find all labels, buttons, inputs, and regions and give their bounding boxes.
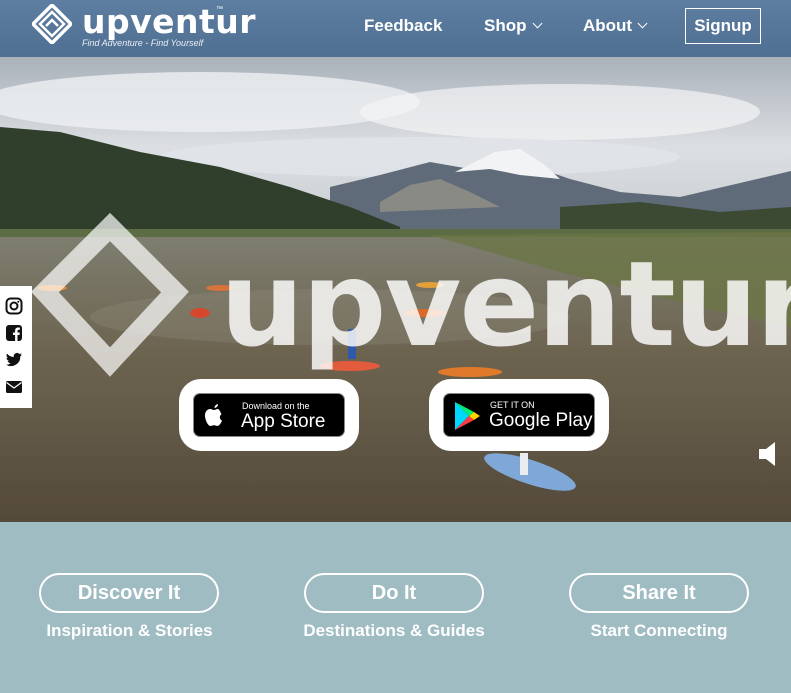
google-play-icon bbox=[455, 402, 480, 430]
app-store-badge: Download on the App Store bbox=[193, 393, 345, 437]
google-play-big-text: Google Play bbox=[489, 410, 593, 431]
instagram-icon[interactable] bbox=[5, 297, 23, 315]
chevron-down-icon bbox=[532, 18, 542, 29]
brand-name: upventur bbox=[82, 2, 257, 41]
hero-watermark-text: upventur bbox=[220, 235, 791, 373]
app-store-big-text: App Store bbox=[241, 411, 326, 432]
signup-button[interactable]: Signup bbox=[685, 8, 761, 44]
do-it-button[interactable]: Do It bbox=[304, 573, 484, 613]
facebook-icon[interactable] bbox=[5, 324, 23, 342]
discover-it-button[interactable]: Discover It bbox=[39, 573, 219, 613]
chevron-down-icon bbox=[637, 18, 648, 29]
share-it-button[interactable]: Share It bbox=[569, 573, 749, 613]
google-play-small-text: GET IT ON bbox=[490, 400, 535, 410]
speaker-icon[interactable] bbox=[758, 440, 780, 468]
nav-about[interactable]: About bbox=[583, 16, 648, 36]
google-play-button[interactable]: GET IT ON Google Play bbox=[429, 379, 609, 451]
brand-logo[interactable]: upventur ™ Find Adventure - Find Yoursel… bbox=[32, 2, 256, 50]
social-sidebar bbox=[0, 286, 32, 408]
twitter-icon[interactable] bbox=[5, 351, 23, 369]
do-subtitle: Destinations & Guides bbox=[303, 621, 485, 640]
nav-feedback-label: Feedback bbox=[364, 16, 443, 35]
site-header: upventur ™ Find Adventure - Find Yoursel… bbox=[0, 0, 791, 57]
nav-about-label: About bbox=[583, 16, 633, 35]
logo-diamond-icon bbox=[32, 4, 72, 44]
share-subtitle: Start Connecting bbox=[590, 621, 728, 640]
app-store-button[interactable]: Download on the App Store bbox=[179, 379, 359, 451]
nav-shop[interactable]: Shop bbox=[484, 16, 542, 36]
discover-subtitle: Inspiration & Stories bbox=[46, 621, 213, 640]
apple-icon bbox=[205, 404, 222, 426]
features-section: Discover It Inspiration & Stories Do It … bbox=[0, 522, 791, 693]
google-play-badge: GET IT ON Google Play bbox=[443, 393, 595, 437]
trademark: ™ bbox=[216, 6, 223, 13]
envelope-icon[interactable] bbox=[5, 378, 23, 396]
brand-tagline: Find Adventure - Find Yourself bbox=[82, 38, 204, 48]
app-store-small-text: Download on the bbox=[242, 401, 310, 411]
nav-feedback[interactable]: Feedback bbox=[364, 16, 442, 36]
hero-video[interactable]: upventur Download on the App Store GET I… bbox=[0, 57, 791, 522]
nav-shop-label: Shop bbox=[484, 16, 527, 35]
